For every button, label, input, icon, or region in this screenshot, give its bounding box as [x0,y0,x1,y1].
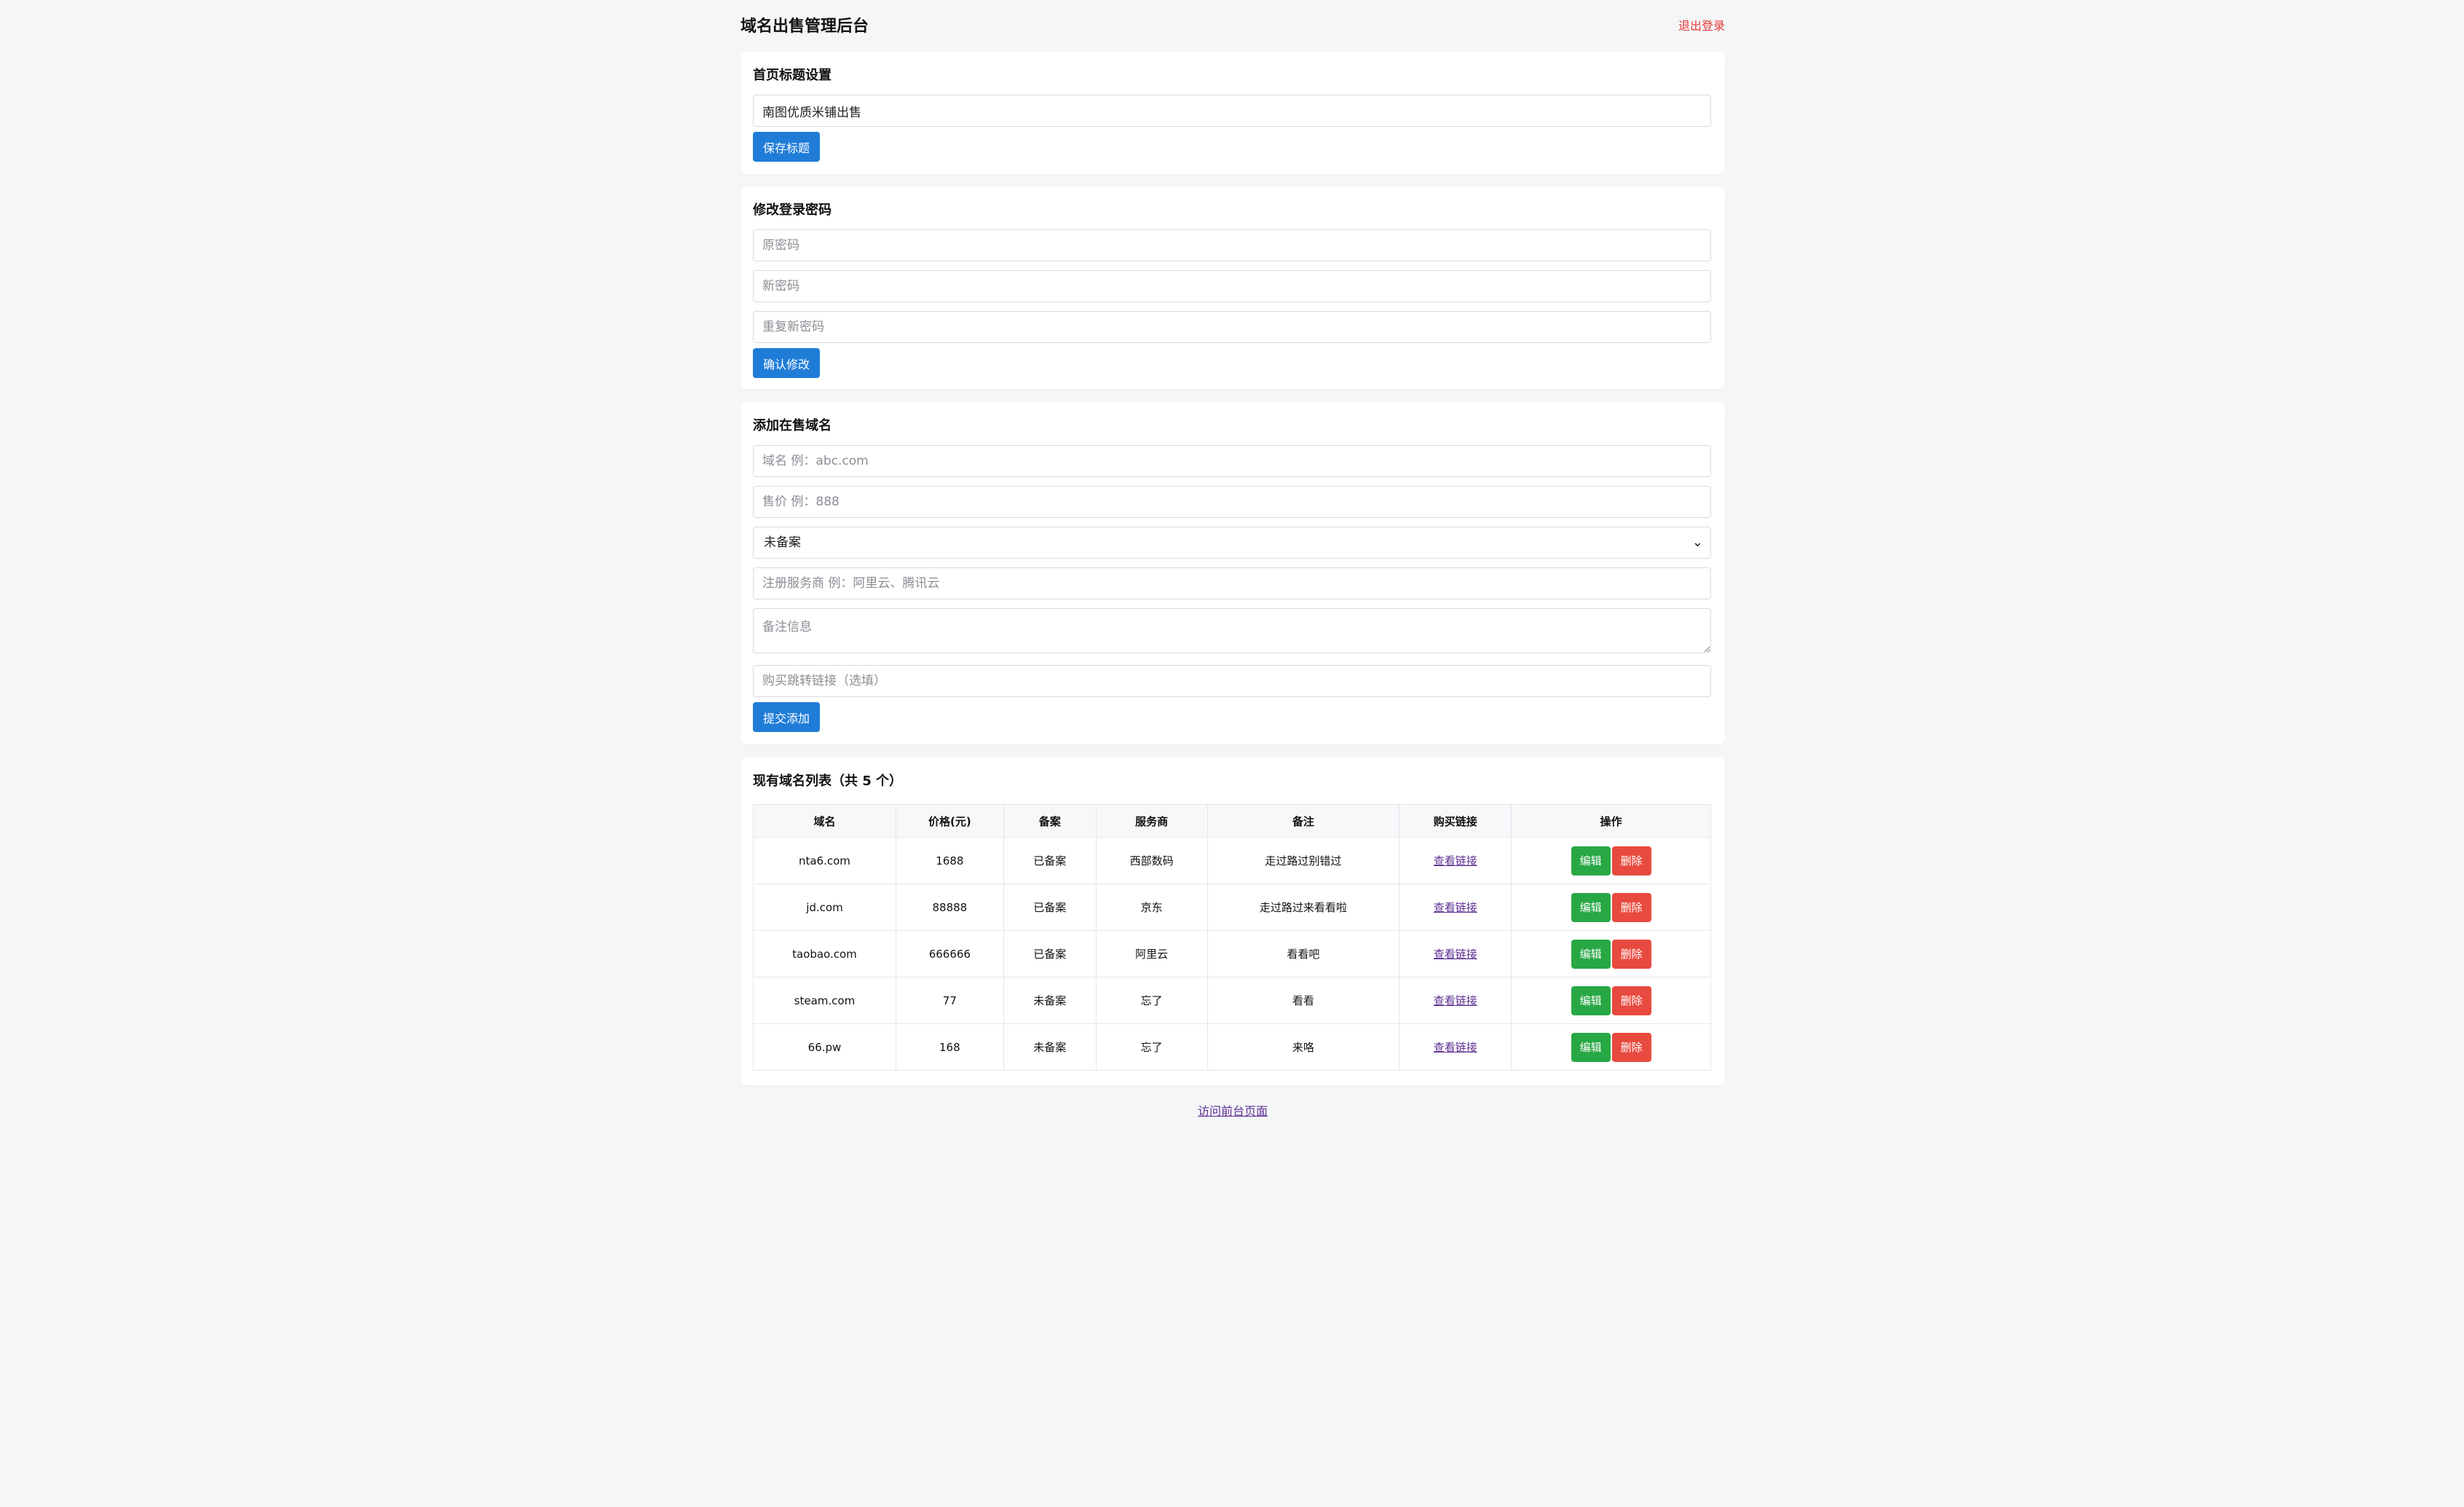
password-card: 修改登录密码 确认修改 [741,186,1725,389]
domain-list-heading: 现有域名列表（共 5 个） [753,774,903,789]
edit-button[interactable]: 编辑 [1571,846,1611,876]
cell-note: 看看吧 [1207,930,1400,977]
cell-domain: nta6.com [753,837,896,884]
view-link[interactable]: 查看链接 [1434,1041,1477,1054]
cell-price: 168 [895,1023,1004,1071]
cell-domain: jd.com [753,884,896,931]
icp-selected-value: 未备案 [764,535,801,550]
price-input[interactable] [753,486,1711,518]
edit-button[interactable]: 编辑 [1571,985,1611,1015]
cell-icp: 未备案 [1003,1023,1097,1071]
table-row: taobao.com 666666 已备案 阿里云 看看吧 查看链接 编辑 删除 [753,930,1711,977]
cell-registrar: 忘了 [1095,1023,1208,1071]
cell-actions: 编辑 删除 [1511,837,1711,884]
cell-buy-link: 查看链接 [1399,930,1512,977]
domain-list-card: 现有域名列表（共 5 个） 域名 价格(元) 备案 服务商 备注 购买链接 操作 [741,758,1725,1085]
cell-icp: 已备案 [1003,884,1097,931]
cell-buy-link: 查看链接 [1399,884,1512,931]
column-header-registrar: 服务商 [1095,804,1208,838]
page-title: 域名出售管理后台 [741,17,869,36]
cell-registrar: 京东 [1095,884,1208,931]
cell-note: 看看 [1207,977,1400,1024]
view-link[interactable]: 查看链接 [1434,854,1477,867]
cell-note: 走过路过来看看啦 [1207,884,1400,931]
confirm-password-button[interactable]: 确认修改 [753,348,821,378]
submit-add-button[interactable]: 提交添加 [753,702,821,732]
add-domain-card: 添加在售域名 未备案 ⌄ 提交添加 [741,402,1725,744]
frontend-page-link[interactable]: 访问前台页面 [1198,1104,1268,1118]
table-row: steam.com 77 未备案 忘了 看看 查看链接 编辑 删除 [753,977,1711,1024]
cell-domain: steam.com [753,977,896,1024]
column-header-note: 备注 [1207,804,1400,838]
column-header-icp: 备案 [1003,804,1097,838]
cell-buy-link: 查看链接 [1399,837,1512,884]
table-row: 66.pw 168 未备案 忘了 来咯 查看链接 编辑 删除 [753,1023,1711,1071]
cell-actions: 编辑 删除 [1511,884,1711,931]
column-header-buy-link: 购买链接 [1399,804,1512,838]
cell-icp: 已备案 [1003,837,1097,884]
add-domain-heading: 添加在售域名 [753,418,832,433]
chevron-down-icon: ⌄ [1691,535,1703,550]
edit-button[interactable]: 编辑 [1571,1032,1611,1062]
cell-price: 666666 [895,930,1004,977]
cell-buy-link: 查看链接 [1399,1023,1512,1071]
delete-button[interactable]: 删除 [1611,846,1651,876]
view-link[interactable]: 查看链接 [1434,948,1477,961]
cell-price: 77 [895,977,1004,1024]
old-password-input[interactable] [753,229,1711,261]
title-settings-heading: 首页标题设置 [753,68,832,83]
footer: 访问前台页面 [741,1101,1725,1119]
cell-domain: 66.pw [753,1023,896,1071]
delete-button[interactable]: 删除 [1611,1032,1651,1062]
new-password-input[interactable] [753,270,1711,302]
top-bar: 域名出售管理后台 退出登录 [741,0,1725,51]
column-header-domain: 域名 [753,804,896,838]
buy-link-input[interactable] [753,665,1711,697]
column-header-actions: 操作 [1511,804,1711,838]
title-settings-card: 首页标题设置 保存标题 [741,52,1725,174]
cell-note: 走过路过别错过 [1207,837,1400,884]
cell-registrar: 阿里云 [1095,930,1208,977]
cell-actions: 编辑 删除 [1511,1023,1711,1071]
delete-button[interactable]: 删除 [1611,892,1651,922]
cell-actions: 编辑 删除 [1511,977,1711,1024]
delete-button[interactable]: 删除 [1611,939,1651,969]
delete-button[interactable]: 删除 [1611,985,1651,1015]
save-title-button[interactable]: 保存标题 [753,132,821,162]
cell-price: 88888 [895,884,1004,931]
cell-icp: 已备案 [1003,930,1097,977]
view-link[interactable]: 查看链接 [1434,901,1477,914]
edit-button[interactable]: 编辑 [1571,892,1611,922]
admin-container: 域名出售管理后台 退出登录 首页标题设置 保存标题 修改登录密码 确认修改 添加… [741,0,1725,1118]
table-row: jd.com 88888 已备案 京东 走过路过来看看啦 查看链接 编辑 删除 [753,884,1711,931]
repeat-password-input[interactable] [753,311,1711,343]
note-textarea[interactable] [753,608,1711,653]
edit-button[interactable]: 编辑 [1571,939,1611,969]
cell-registrar: 西部数码 [1095,837,1208,884]
cell-domain: taobao.com [753,930,896,977]
cell-icp: 未备案 [1003,977,1097,1024]
cell-buy-link: 查看链接 [1399,977,1512,1024]
password-heading: 修改登录密码 [753,202,832,218]
cell-note: 来咯 [1207,1023,1400,1071]
domain-input[interactable] [753,445,1711,477]
registrar-input[interactable] [753,567,1711,599]
logout-link[interactable]: 退出登录 [1678,16,1725,34]
homepage-title-input[interactable] [753,95,1711,127]
column-header-price: 价格(元) [895,804,1004,838]
cell-actions: 编辑 删除 [1511,930,1711,977]
table-header-row: 域名 价格(元) 备案 服务商 备注 购买链接 操作 [753,804,1711,838]
view-link[interactable]: 查看链接 [1434,994,1477,1007]
cell-registrar: 忘了 [1095,977,1208,1024]
icp-status-select[interactable]: 未备案 ⌄ [753,527,1711,559]
domain-table: 域名 价格(元) 备案 服务商 备注 购买链接 操作 nta6.com 1688… [753,804,1711,1071]
table-row: nta6.com 1688 已备案 西部数码 走过路过别错过 查看链接 编辑 删除 [753,837,1711,884]
cell-price: 1688 [895,837,1004,884]
